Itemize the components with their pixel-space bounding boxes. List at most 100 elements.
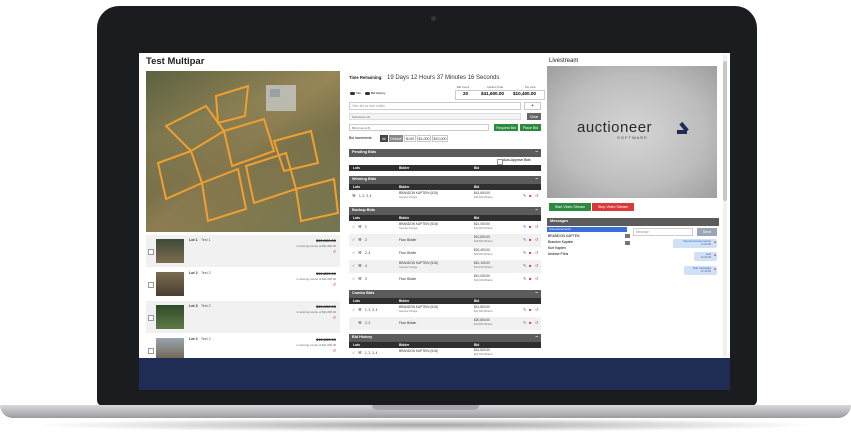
delete-icon[interactable]: ■: [714, 268, 716, 271]
collapse-icon[interactable]: –: [535, 150, 538, 155]
check-icon[interactable]: ✓: [352, 238, 355, 242]
delete-icon[interactable]: ■: [529, 225, 531, 229]
check-icon[interactable]: ✓: [352, 308, 355, 312]
row-bidder-sub: Seesha Vintage: [399, 227, 418, 230]
delete-icon[interactable]: ■: [714, 241, 716, 244]
history-icon[interactable]: ↺: [333, 316, 336, 320]
history-icon[interactable]: ↺: [535, 308, 538, 312]
stop-stream-button[interactable]: Stop Video Stream: [592, 203, 634, 211]
history-icon[interactable]: ↺: [535, 225, 538, 229]
table-row[interactable]: ✓ ⚒ 2, 4 Floor Bidder $20,400.00 $20,400…: [349, 247, 541, 260]
delete-icon[interactable]: ■: [529, 264, 531, 268]
place-bid-button[interactable]: Place Bid: [520, 124, 541, 131]
info-toggle[interactable]: [350, 92, 355, 95]
pending-header: Pending Bids –: [349, 149, 541, 157]
lot-checkbox[interactable]: [148, 348, 154, 354]
add-button[interactable]: +: [524, 102, 541, 110]
edit-icon[interactable]: ✎: [523, 277, 526, 281]
scrollbar-thumb[interactable]: [723, 61, 727, 201]
collapse-icon[interactable]: –: [535, 177, 538, 182]
table-row[interactable]: ✓ ⚒ 1, 2, 3, 4 BRANDON KAPTEIN (518) $41…: [349, 348, 541, 358]
announcements-item[interactable]: Announcements: [547, 227, 627, 232]
col-bid: Bid: [474, 342, 480, 347]
history-icon[interactable]: ↺: [535, 194, 538, 198]
edit-icon[interactable]: ✎: [523, 321, 526, 325]
pending-title: Pending Bids: [352, 150, 377, 154]
history-icon[interactable]: ↺: [535, 277, 538, 281]
row-bidder-sub: Seesha Vintage: [399, 310, 418, 313]
row-bidder: Floor Bidder: [399, 277, 417, 281]
edit-icon[interactable]: ✎: [523, 264, 526, 268]
bid-amount-input[interactable]: Bid Amount $: [349, 124, 489, 131]
delete-icon[interactable]: ■: [529, 277, 531, 281]
list-item[interactable]: Lot 3 Test 2 $10,000.00 in winning combo…: [146, 301, 340, 333]
history-icon[interactable]: ↺: [535, 264, 538, 268]
delete-icon[interactable]: ■: [529, 194, 531, 198]
increment-default[interactable]: Default: [389, 135, 403, 142]
chat-icon[interactable]: [625, 241, 630, 245]
increment-10000[interactable]: $10,000: [432, 135, 448, 142]
table-row[interactable]: ✓ ⚒ 1, 2, 3, 4 BRANDON KAPTEIN (518) See…: [349, 304, 541, 317]
video-player[interactable]: auctioneer S O F T W A R E: [547, 66, 717, 198]
user-item[interactable]: Andrew Prins: [548, 252, 568, 256]
list-item[interactable]: Lot 1 Test 1 $10,000.00 in winning combo…: [146, 235, 340, 267]
edit-icon[interactable]: ✎: [523, 251, 526, 255]
delete-icon[interactable]: ■: [529, 251, 531, 255]
increment-1000[interactable]: $1,000: [417, 135, 431, 142]
row-bidder: BRANDON KAPTEIN (518): [399, 305, 438, 309]
lot-checkbox[interactable]: [148, 315, 154, 321]
increment-100[interactable]: $100: [404, 135, 416, 142]
delete-icon[interactable]: ■: [714, 254, 716, 257]
start-stream-button[interactable]: Start Video Stream: [549, 203, 591, 211]
delete-icon[interactable]: ■: [529, 238, 531, 242]
table-row[interactable]: ✓ ⚒ 2 Floor Bidder $10,800.00 $10,800.00…: [349, 234, 541, 247]
check-icon[interactable]: ✓: [352, 277, 355, 281]
collapse-icon[interactable]: –: [535, 335, 538, 340]
chat-icon[interactable]: [625, 234, 630, 238]
collapse-icon[interactable]: –: [535, 291, 538, 296]
col-bidder: Bidder: [399, 215, 410, 220]
floor-bidder-input[interactable]: View bid as floor bidder: [349, 102, 521, 110]
user-item[interactable]: Kurt Kapten: [548, 246, 566, 250]
row-bidder-sub: Seesha Vintage: [399, 266, 418, 269]
edit-icon[interactable]: ✎: [523, 194, 526, 198]
clear-button[interactable]: Clear: [527, 113, 541, 120]
history-icon[interactable]: ↺: [535, 251, 538, 255]
table-row[interactable]: ✓ ⚒ 3 Floor Bidder $10,000.00 $10,000.00…: [349, 273, 541, 286]
send-button[interactable]: Send: [697, 228, 717, 236]
edit-icon[interactable]: ✎: [523, 238, 526, 242]
table-row[interactable]: ✓ ⚒ 4 BRANDON KAPTEIN (518) Seesha Vinta…: [349, 260, 541, 273]
bid-history-toggle[interactable]: [365, 92, 370, 95]
edit-icon[interactable]: ✎: [523, 225, 526, 229]
list-item[interactable]: Lot 2 Test 2 $10,800.00 in winning combo…: [146, 268, 340, 300]
row-lots: 2, 3: [365, 321, 371, 325]
check-icon[interactable]: ✓: [352, 251, 355, 255]
history-icon[interactable]: ↺: [333, 283, 336, 287]
delete-icon[interactable]: ■: [529, 308, 531, 312]
table-row[interactable]: ⚒ 2, 3 Floor Bidder $20,800.00 $20,800.0…: [349, 317, 541, 330]
history-icon[interactable]: ↺: [333, 349, 336, 353]
message-input[interactable]: Message: [633, 228, 693, 236]
history-icon[interactable]: ↺: [535, 321, 538, 325]
table-row[interactable]: ✓ ⚒ 1 BRANDON KAPTEIN (518) Seesha Vinta…: [349, 221, 541, 234]
history-icon[interactable]: ↺: [535, 238, 538, 242]
scrollbar[interactable]: [723, 55, 727, 357]
user-item[interactable]: BRANDON KAPTEN: [548, 234, 579, 238]
check-icon[interactable]: ✓: [352, 351, 355, 355]
user-item[interactable]: Brandon Kaptein: [548, 240, 573, 244]
lot-checkbox[interactable]: [148, 249, 154, 255]
increment-all[interactable]: All: [380, 135, 388, 142]
collapse-icon[interactable]: –: [535, 208, 538, 213]
col-bidder: Bidder: [399, 184, 410, 189]
parcel-map[interactable]: [146, 71, 340, 232]
table-row[interactable]: ⚒ 1, 2, 3, 4 BRANDON KAPTEIN (518) Seesh…: [349, 190, 541, 203]
check-icon[interactable]: ✓: [352, 225, 355, 229]
lot-checkbox[interactable]: [148, 282, 154, 288]
history-icon[interactable]: ↺: [333, 250, 336, 254]
edit-icon[interactable]: ✎: [523, 308, 526, 312]
delete-icon[interactable]: ■: [529, 321, 531, 325]
check-icon[interactable]: ✓: [352, 264, 355, 268]
request-bid-button[interactable]: Request Bid: [494, 124, 518, 131]
info-toggle-label: Info: [356, 91, 362, 95]
history-header: Bid History –: [349, 334, 541, 342]
